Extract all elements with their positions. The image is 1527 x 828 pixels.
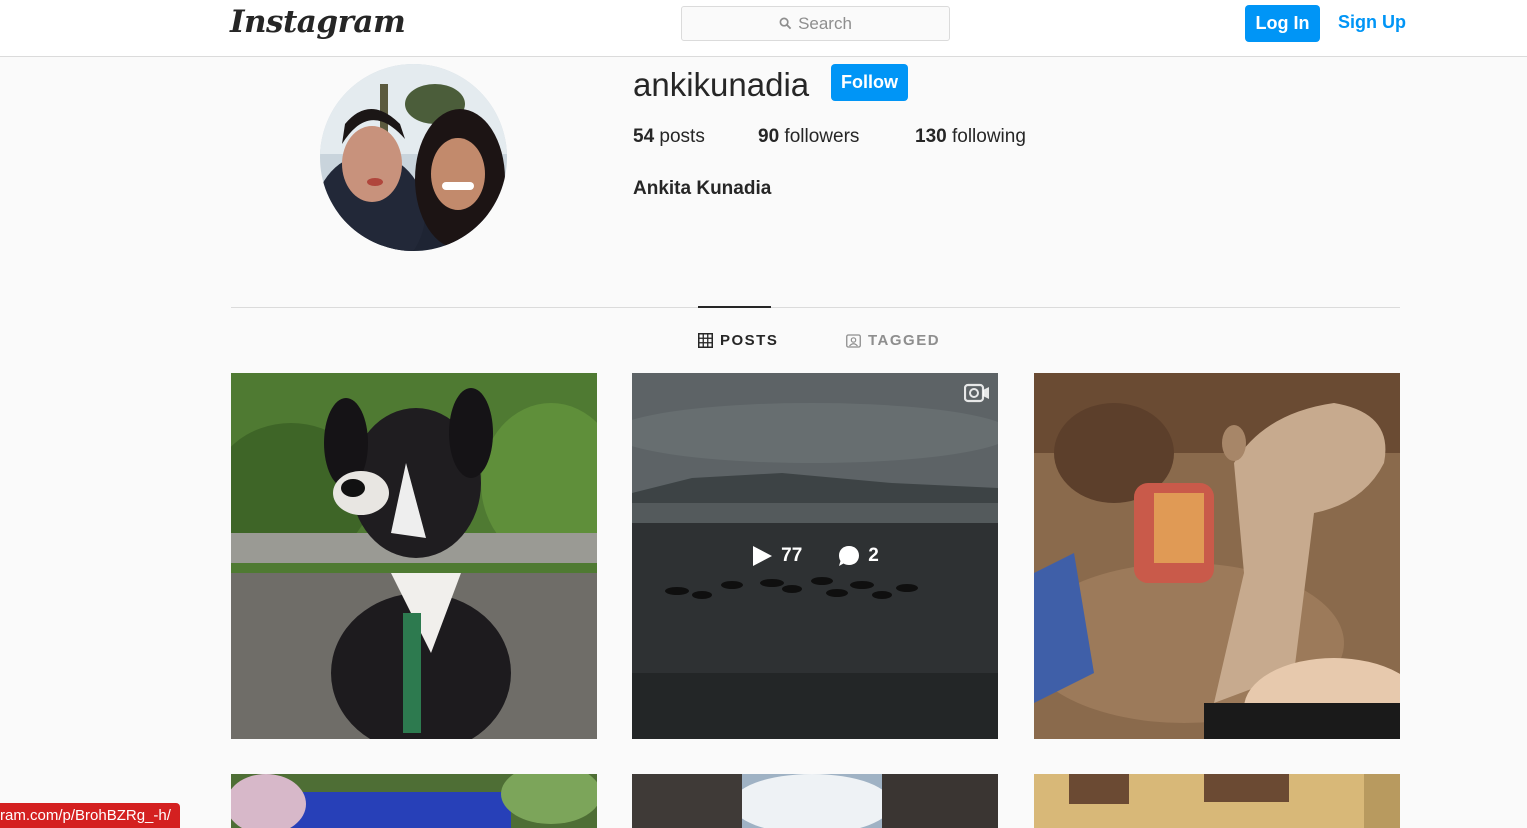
- following-stat[interactable]: 130 following: [915, 126, 1026, 148]
- posts-count: 54: [633, 126, 655, 147]
- tabs-divider: [231, 307, 1400, 308]
- avatar-photo: [320, 64, 507, 251]
- views-count: 77: [781, 545, 803, 566]
- profile-full-name: Ankita Kunadia: [633, 178, 772, 199]
- comments-count: 2: [868, 545, 879, 566]
- comment-icon: [839, 546, 860, 566]
- video-camera-icon: [964, 383, 989, 403]
- active-tab-indicator: [698, 306, 771, 308]
- posts-label: posts: [659, 126, 705, 147]
- building-photo: [1034, 774, 1400, 828]
- following-count: 130: [915, 126, 947, 147]
- following-label: following: [951, 126, 1026, 147]
- post-thumbnail[interactable]: [231, 373, 597, 739]
- tab-tagged-label: TAGGED: [868, 332, 941, 349]
- posts-stat: 54 posts: [633, 126, 705, 148]
- tab-posts[interactable]: POSTS: [698, 332, 778, 349]
- signup-link[interactable]: Sign Up: [1338, 12, 1406, 33]
- flowers-photo: [231, 774, 597, 828]
- follow-button[interactable]: Follow: [831, 64, 908, 101]
- search-icon: [779, 17, 792, 30]
- post-hover-overlay: 77 2: [632, 373, 998, 739]
- followers-label: followers: [784, 126, 860, 147]
- status-url-bar: ram.com/p/BrohBZRg_-h/: [0, 803, 180, 828]
- camel-photo: [1034, 373, 1400, 739]
- post-thumbnail[interactable]: [632, 774, 998, 828]
- instagram-logo[interactable]: Instagram: [230, 4, 406, 40]
- post-thumbnail[interactable]: [1034, 774, 1400, 828]
- followers-stat[interactable]: 90 followers: [758, 126, 859, 148]
- search-input[interactable]: Search: [681, 6, 950, 41]
- views-stat: 77: [751, 545, 802, 567]
- sky-trees-photo: [632, 774, 998, 828]
- comments-stat: 2: [838, 545, 879, 567]
- post-thumbnail-video[interactable]: 77 2: [632, 373, 998, 739]
- search-placeholder: Search: [798, 13, 852, 33]
- post-thumbnail[interactable]: [231, 774, 597, 828]
- tab-tagged[interactable]: TAGGED: [846, 332, 940, 349]
- login-button[interactable]: Log In: [1245, 5, 1320, 42]
- followers-count: 90: [758, 126, 780, 147]
- avatar: [320, 64, 507, 251]
- post-thumbnail[interactable]: [1034, 373, 1400, 739]
- play-icon: [753, 546, 773, 566]
- tab-posts-label: POSTS: [720, 332, 779, 349]
- grid-icon: [698, 333, 713, 348]
- tagged-person-icon: [846, 334, 861, 348]
- top-nav: Instagram Search Log In Sign Up: [0, 0, 1527, 57]
- profile-username: ankikunadia: [633, 66, 810, 103]
- dog-photo: [231, 373, 597, 739]
